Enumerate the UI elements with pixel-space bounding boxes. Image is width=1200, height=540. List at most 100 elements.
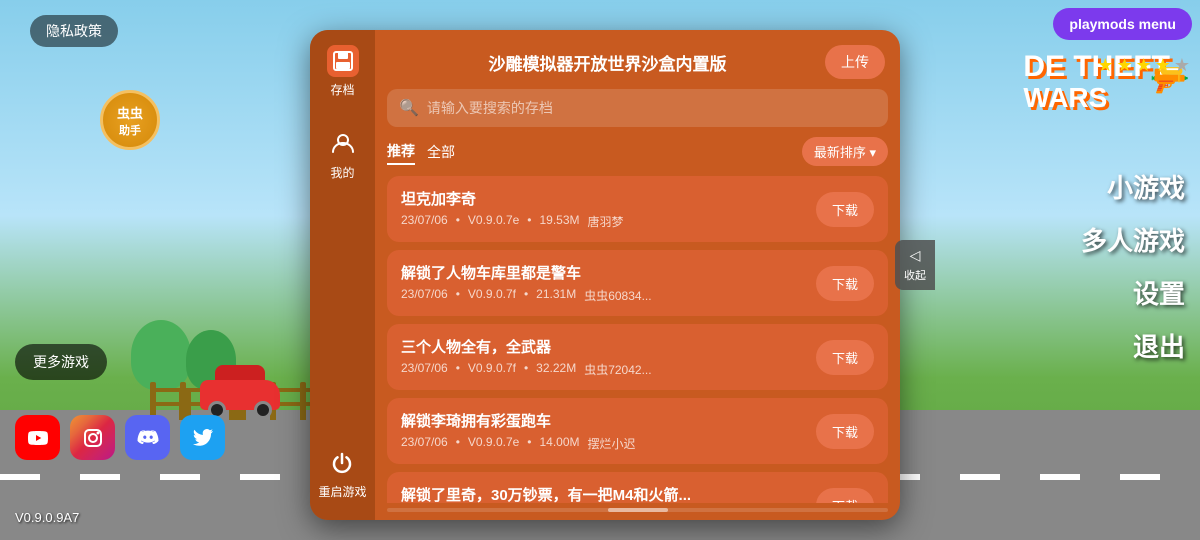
save-sep2-3: • (527, 435, 531, 452)
sidebar-save-label: 存档 (330, 81, 354, 98)
filter-tab-recommend[interactable]: 推荐 (387, 139, 415, 165)
settings-label: 设置 (1133, 274, 1185, 311)
profile-icon (327, 128, 359, 160)
bug-badge-line2: 助手 (119, 122, 141, 138)
save-date-0: 23/07/06 (401, 213, 448, 230)
save-date-1: 23/07/06 (401, 287, 448, 304)
modal-title: 沙雕模拟器开放世界沙盒内置版 (390, 50, 825, 75)
discord-icon[interactable] (125, 415, 170, 460)
save-list-item: 坦克加李奇 23/07/06 • V0.9.0.7e • 19.53M 唐羽梦 … (387, 176, 888, 242)
scrollbar-thumb (608, 508, 668, 512)
star-5: ★ (1174, 55, 1190, 76)
download-button-2[interactable]: 下载 (816, 340, 874, 375)
menu-item-mini-games[interactable]: 小游戏 (940, 160, 1200, 213)
left-panel: 隐私政策 虫虫 助手 更多游戏 V0.9.0.9A7 (0, 0, 350, 540)
save-list-item: 解锁李琦拥有彩蛋跑车 23/07/06 • V0.9.0.7e • 14.00M… (387, 398, 888, 464)
save-list: 坦克加李奇 23/07/06 • V0.9.0.7e • 19.53M 唐羽梦 … (375, 176, 900, 503)
save-sep2-0: • (527, 213, 531, 230)
collapse-label: 收起 (904, 267, 926, 283)
save-item-info-3: 解锁李琦拥有彩蛋跑车 23/07/06 • V0.9.0.7e • 14.00M… (401, 410, 806, 452)
save-item-info-1: 解锁了人物车库里都是警车 23/07/06 • V0.9.0.7f • 21.3… (401, 262, 806, 304)
bug-assistant-badge[interactable]: 虫虫 助手 (100, 90, 160, 150)
search-input[interactable] (427, 100, 876, 116)
save-size-3: 14.00M (540, 435, 580, 452)
restart-label: 重启游戏 (318, 483, 366, 500)
star-1: ★ (1097, 55, 1113, 76)
save-item-meta-1: 23/07/06 • V0.9.0.7f • 21.31M 虫虫60834... (401, 287, 806, 304)
sidebar-item-profile[interactable]: 我的 (327, 128, 359, 181)
download-button-0[interactable]: 下载 (816, 192, 874, 227)
sidebar-item-save[interactable]: 存档 (327, 45, 359, 98)
save-version-3: V0.9.0.7e (468, 435, 519, 452)
download-button-4[interactable]: 下载 (816, 488, 874, 504)
right-menu: 小游戏 多人游戏 设置 退出 (940, 80, 1200, 372)
save-sep2-1: • (524, 287, 528, 304)
save-version-2: V0.9.0.7f (468, 361, 516, 378)
save-sep1-3: • (456, 435, 460, 452)
save-list-item: 三个人物全有，全武器 23/07/06 • V0.9.0.7f • 32.22M… (387, 324, 888, 390)
collapse-chevron-icon: ◁ (910, 247, 921, 264)
save-size-0: 19.53M (540, 213, 580, 230)
filter-row: 推荐 全部 最新排序 ▾ (375, 137, 900, 176)
save-item-meta-0: 23/07/06 • V0.9.0.7e • 19.53M 唐羽梦 (401, 213, 806, 230)
twitter-icon[interactable] (180, 415, 225, 460)
save-item-info-4: 解锁了里奇，30万钞票，有一把M4和火箭... 23/07/06 • V0.9.… (401, 484, 806, 503)
save-item-title-2: 三个人物全有，全武器 (401, 336, 806, 357)
menu-item-multiplayer[interactable]: 多人游戏 (940, 213, 1200, 266)
sidebar-restart[interactable]: 重启游戏 (318, 447, 366, 500)
save-item-meta-3: 23/07/06 • V0.9.0.7e • 14.00M 摆烂小迟 (401, 435, 806, 452)
modal-content-area: 沙雕模拟器开放世界沙盒内置版 上传 🔍 推荐 全部 最新排序 ▾ 坦克加李奇 2… (375, 30, 900, 520)
sort-button[interactable]: 最新排序 ▾ (802, 137, 888, 166)
modal-sidebar: 存档 我的 重启游戏 (310, 30, 375, 520)
save-item-title-4: 解锁了里奇，30万钞票，有一把M4和火箭... (401, 484, 806, 503)
save-item-meta-2: 23/07/06 • V0.9.0.7f • 32.22M 虫虫72042... (401, 361, 806, 378)
exit-label: 退出 (1133, 327, 1185, 364)
save-author-0: 唐羽梦 (588, 213, 624, 230)
save-author-1: 虫虫60834... (584, 287, 651, 304)
save-author-3: 摆烂小迟 (588, 435, 636, 452)
search-icon: 🔍 (399, 98, 419, 118)
more-games-button[interactable]: 更多游戏 (15, 344, 107, 380)
star-3: ★ (1136, 55, 1152, 76)
sidebar-profile-label: 我的 (330, 164, 354, 181)
star-4: ★ (1155, 55, 1171, 76)
upload-button[interactable]: 上传 (825, 45, 885, 79)
power-icon (326, 447, 358, 479)
save-version-0: V0.9.0.7e (468, 213, 519, 230)
filter-tab-all[interactable]: 全部 (427, 140, 455, 164)
menu-item-settings[interactable]: 设置 (940, 266, 1200, 319)
star-2: ★ (1116, 55, 1132, 76)
save-author-2: 虫虫72042... (584, 361, 651, 378)
save-size-1: 21.31M (536, 287, 576, 304)
menu-item-exit[interactable]: 退出 (940, 319, 1200, 372)
save-date-3: 23/07/06 (401, 435, 448, 452)
save-sep1-1: • (456, 287, 460, 304)
instagram-icon[interactable] (70, 415, 115, 460)
save-item-info-2: 三个人物全有，全武器 23/07/06 • V0.9.0.7f • 32.22M… (401, 336, 806, 378)
privacy-policy-button[interactable]: 隐私政策 (30, 15, 118, 47)
save-list-item: 解锁了里奇，30万钞票，有一把M4和火箭... 23/07/06 • V0.9.… (387, 472, 888, 503)
save-sep1-0: • (456, 213, 460, 230)
save-item-info-0: 坦克加李奇 23/07/06 • V0.9.0.7e • 19.53M 唐羽梦 (401, 188, 806, 230)
multiplayer-label: 多人游戏 (1081, 221, 1185, 258)
save-list-item: 解锁了人物车库里都是警车 23/07/06 • V0.9.0.7f • 21.3… (387, 250, 888, 316)
download-button-1[interactable]: 下载 (816, 266, 874, 301)
save-date-2: 23/07/06 (401, 361, 448, 378)
save-item-title-0: 坦克加李奇 (401, 188, 806, 209)
save-version-1: V0.9.0.7f (468, 287, 516, 304)
save-icon (327, 45, 359, 77)
download-button-3[interactable]: 下载 (816, 414, 874, 449)
collapse-button[interactable]: ◁ 收起 (895, 240, 935, 290)
save-sep2-2: • (524, 361, 528, 378)
save-size-2: 32.22M (536, 361, 576, 378)
stars-row: ★ ★ ★ ★ ★ (1097, 55, 1190, 76)
right-panel: playmods menu ★ ★ ★ ★ ★ DE THEFT WARS 🔫 … (900, 0, 1200, 540)
modal-header: 沙雕模拟器开放世界沙盒内置版 上传 (375, 30, 900, 89)
bug-badge-line1: 虫虫 (117, 103, 143, 122)
version-text: V0.9.0.9A7 (15, 510, 79, 525)
save-modal: 存档 我的 重启游戏 沙雕模拟器开放世界沙盒内置版 上传 🔍 推荐 (310, 30, 900, 520)
playmods-menu-button[interactable]: playmods menu (1053, 8, 1192, 40)
search-bar: 🔍 (387, 89, 888, 127)
save-item-title-3: 解锁李琦拥有彩蛋跑车 (401, 410, 806, 431)
youtube-icon[interactable] (15, 415, 60, 460)
